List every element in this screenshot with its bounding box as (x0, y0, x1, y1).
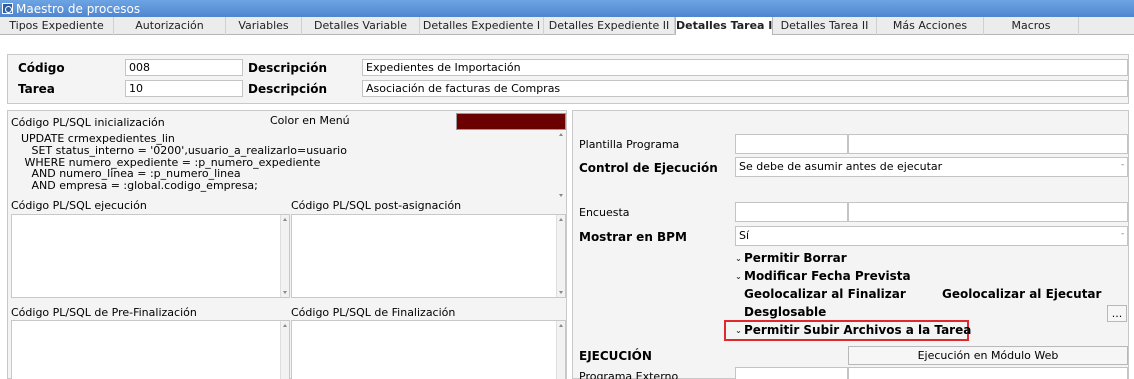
scroll-down-icon[interactable] (559, 291, 563, 294)
plantilla-label: Plantilla Programa (579, 138, 680, 151)
desglosable-label: Desglosable (744, 305, 827, 319)
desglosable-checkbox[interactable]: Desglosable (735, 305, 826, 319)
post-assign-code-label: Código PL/SQL post-asignación (291, 199, 462, 212)
permitir-borrar-checkbox[interactable]: ⌄ Permitir Borrar (735, 251, 847, 265)
encuesta-label: Encuesta (579, 206, 630, 219)
tarea-label: Tarea (18, 82, 55, 96)
check-icon: ⌄ (735, 253, 742, 263)
mostrar-bpm-select[interactable]: Sí - (735, 226, 1128, 246)
descripcion-tarea-label: Descripción (248, 82, 327, 96)
subir-archivos-label: Permitir Subir Archivos a la Tarea (744, 323, 972, 337)
tab-detalles-expediente-ii[interactable]: Detalles Expediente II (544, 17, 675, 35)
encuesta-field-1[interactable] (735, 202, 848, 222)
empty-checkbox-icon (735, 290, 742, 299)
programa-externo-label: Programa Externo (579, 370, 679, 379)
window-title: Maestro de procesos (16, 1, 141, 16)
tab-mas-acciones[interactable]: Más Acciones (877, 17, 984, 35)
ejecucion-section-label: EJECUCIÓN (579, 349, 652, 363)
tab-detalles-tarea-i[interactable]: Detalles Tarea I (675, 17, 773, 35)
modificar-fecha-label: Modificar Fecha Prevista (744, 269, 911, 283)
init-code-textarea[interactable]: UPDATE crmexpedientes_lin SET status_int… (11, 130, 566, 200)
programa-externo-field-1[interactable] (735, 367, 848, 379)
empty-checkbox-icon (933, 290, 940, 299)
final-code-label: Código PL/SQL de Finalización (291, 306, 456, 319)
check-icon: ⌄ (735, 271, 742, 281)
code-line: SET status_interno = '0200',usuario_a_re… (21, 143, 347, 157)
codigo-field[interactable]: 008 (125, 59, 243, 76)
pre-final-code-textarea[interactable] (11, 320, 290, 379)
empty-checkbox-icon (735, 308, 742, 317)
programa-externo-field-2[interactable] (848, 367, 1128, 379)
plantilla-field-2[interactable] (848, 134, 1128, 154)
post-assign-code-scrollbar[interactable] (556, 215, 565, 297)
geo-ejecutar-checkbox[interactable]: Geolocalizar al Ejecutar (933, 287, 1101, 301)
tab-detalles-tarea-ii[interactable]: Detalles Tarea II (773, 17, 877, 35)
ejecucion-modulo-web-button[interactable]: Ejecución en Módulo Web (848, 346, 1128, 365)
descripcion-tarea-field[interactable]: Asociación de facturas de Compras (362, 80, 1128, 97)
tab-autorizacion[interactable]: Autorización (114, 17, 226, 35)
code-line: AND empresa = :global.codigo_empresa; (21, 179, 258, 193)
check-icon: ⌄ (735, 325, 742, 335)
dropdown-icon[interactable]: - (1121, 230, 1126, 239)
modificar-fecha-checkbox[interactable]: ⌄ Modificar Fecha Prevista (735, 269, 911, 283)
scroll-up-icon[interactable] (559, 133, 563, 136)
tab-variables[interactable]: Variables (226, 17, 302, 35)
mostrar-bpm-label: Mostrar en BPM (579, 230, 687, 244)
final-code-textarea[interactable] (291, 320, 566, 379)
exec-code-label: Código PL/SQL ejecución (11, 199, 147, 212)
pre-final-code-label: Código PL/SQL de Pre-Finalización (11, 306, 197, 319)
exec-code-textarea[interactable] (11, 214, 290, 298)
tab-macros[interactable]: Macros (984, 17, 1079, 35)
control-ejecucion-label: Control de Ejecución (579, 161, 718, 175)
scroll-up-icon[interactable] (559, 218, 563, 221)
dropdown-icon[interactable]: - (1121, 161, 1126, 170)
init-code-label: Código PL/SQL inicialización (11, 116, 165, 129)
tab-tipos-expediente[interactable]: Tipos Expediente (0, 17, 114, 35)
pre-final-code-scrollbar[interactable] (280, 321, 289, 379)
plantilla-field-1[interactable] (735, 134, 848, 154)
scroll-up-icon[interactable] (283, 324, 287, 327)
encuesta-field-2[interactable] (848, 202, 1128, 222)
left-code-panel: Código PL/SQL inicialización Color en Me… (7, 110, 567, 379)
app-icon (2, 3, 13, 14)
subir-archivos-checkbox[interactable]: ⌄ Permitir Subir Archivos a la Tarea (735, 323, 971, 337)
tarea-field[interactable]: 10 (125, 80, 243, 97)
color-menu-swatch[interactable] (456, 113, 566, 130)
permitir-borrar-label: Permitir Borrar (744, 251, 847, 265)
tab-detalles-expediente-i[interactable]: Detalles Expediente I (420, 17, 544, 35)
scroll-down-icon[interactable] (559, 194, 563, 197)
scroll-down-icon[interactable] (283, 291, 287, 294)
right-options-panel: Plantilla Programa Control de Ejecución … (572, 110, 1129, 379)
color-menu-label: Color en Menú (270, 114, 350, 127)
geo-finalizar-label: Geolocalizar al Finalizar (744, 287, 906, 301)
init-code-scrollbar[interactable] (557, 130, 566, 200)
ellipsis-button[interactable]: ... (1107, 305, 1127, 322)
control-ejecucion-value: Se debe de asumir antes de ejecutar (739, 160, 943, 173)
scroll-up-icon[interactable] (559, 324, 563, 327)
window-title-bar: Maestro de procesos (0, 0, 1134, 17)
header-panel: Código 008 Descripción Expedientes de Im… (7, 54, 1129, 104)
exec-code-scrollbar[interactable] (280, 215, 289, 297)
post-assign-code-textarea[interactable] (291, 214, 566, 298)
final-code-scrollbar[interactable] (556, 321, 565, 379)
scroll-up-icon[interactable] (283, 218, 287, 221)
control-ejecucion-select[interactable]: Se debe de asumir antes de ejecutar - (735, 157, 1128, 177)
tab-bar: Tipos Expediente Autorización Variables … (0, 17, 1134, 35)
tab-detalles-variable[interactable]: Detalles Variable (302, 17, 420, 35)
descripcion-field[interactable]: Expedientes de Importación (362, 59, 1128, 76)
geo-ejecutar-label: Geolocalizar al Ejecutar (942, 287, 1102, 301)
codigo-label: Código (18, 61, 65, 75)
mostrar-bpm-value: Sí (739, 229, 750, 242)
geo-finalizar-checkbox[interactable]: Geolocalizar al Finalizar (735, 287, 906, 301)
descripcion-label: Descripción (248, 61, 327, 75)
